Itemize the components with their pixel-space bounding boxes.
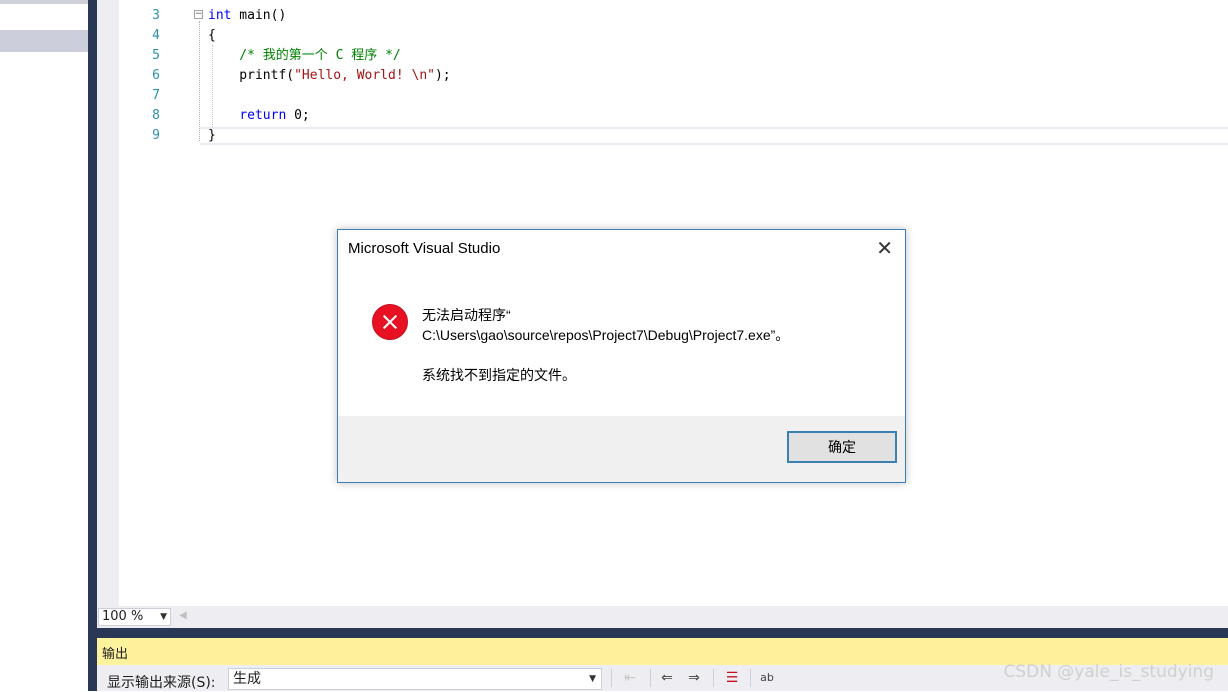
clear-all-icon[interactable]: ☰: [722, 669, 742, 687]
code-token: int: [208, 8, 232, 23]
dialog-message-line1: 无法启动程序“: [422, 307, 511, 323]
code-line[interactable]: int main(): [208, 6, 286, 26]
panel-frame: [88, 628, 1228, 638]
dialog-footer: 确定: [338, 416, 905, 482]
line-number: 9: [152, 128, 160, 143]
pane-splitter[interactable]: [88, 0, 97, 691]
output-source-select[interactable]: 生成 ▼: [228, 668, 602, 690]
outline-guide: [199, 21, 201, 141]
error-icon: [372, 304, 408, 340]
line-number: 6: [152, 68, 160, 83]
scroll-left-icon[interactable]: ◀: [179, 610, 187, 621]
line-number: 7: [152, 88, 160, 103]
chevron-down-icon: ▼: [589, 674, 596, 684]
chevron-down-icon: ▼: [160, 612, 167, 622]
word-wrap-icon[interactable]: ab: [757, 669, 777, 687]
dialog-title: Microsoft Visual Studio: [348, 240, 501, 257]
error-dialog: Microsoft Visual Studio ✕ 无法启动程序“ C:\Use…: [337, 229, 906, 483]
dialog-message-line2: C:\Users\gao\source\repos\Project7\Debug…: [422, 327, 790, 343]
code-line[interactable]: printf("Hello, World! \n");: [208, 66, 451, 86]
output-panel-title: 输出: [102, 647, 129, 662]
dialog-message-line3: 系统找不到指定的文件。: [422, 367, 576, 383]
selected-tree-item[interactable]: [0, 30, 88, 52]
code-token: {: [208, 28, 216, 43]
code-token: }: [208, 128, 216, 143]
solution-explorer-pane: [0, 0, 88, 691]
watermark: CSDN @yale_is_studying: [1003, 662, 1214, 682]
toolbar-separator: [650, 669, 651, 687]
ok-button[interactable]: 确定: [787, 431, 897, 463]
toolbar-separator: [611, 669, 612, 687]
code-token: main(): [231, 8, 287, 23]
code-token: );: [434, 68, 451, 83]
find-next-icon[interactable]: ⇒: [684, 669, 704, 687]
code-line[interactable]: /* 我的第一个 C 程序 */: [208, 46, 401, 66]
collapse-toggle-icon[interactable]: −: [194, 10, 203, 19]
code-line[interactable]: {: [208, 26, 216, 46]
toolbar-separator: [750, 669, 751, 687]
line-number: 8: [152, 108, 160, 123]
output-source-label: 显示输出来源(S):: [107, 675, 216, 691]
line-number: 5: [152, 48, 160, 63]
code-token: /* 我的第一个 C 程序 */: [208, 48, 401, 63]
line-number: 4: [152, 28, 160, 43]
editor-status-bar: 100 % ▼ ◀: [97, 606, 1228, 628]
code-token: printf(: [208, 68, 295, 83]
output-source-value: 生成: [233, 671, 261, 687]
line-number: 3: [152, 8, 160, 23]
current-line-highlight: [200, 127, 1228, 145]
zoom-select[interactable]: 100 % ▼: [98, 608, 171, 626]
output-panel-header: 输出: [97, 638, 1228, 665]
go-to-previous-message-icon[interactable]: ⇤: [620, 669, 640, 687]
find-previous-icon[interactable]: ⇐: [657, 669, 677, 687]
code-token: 0;: [286, 108, 310, 123]
code-token: return: [239, 108, 287, 123]
close-icon[interactable]: ✕: [876, 238, 893, 258]
toolbar-separator: [713, 669, 714, 687]
indicator-margin: [97, 0, 119, 606]
zoom-value: 100 %: [102, 609, 144, 624]
code-line[interactable]: return 0;: [208, 106, 310, 126]
code-token: "Hello, World! \n": [294, 68, 435, 83]
code-line[interactable]: }: [208, 126, 216, 146]
pane-top-line: [0, 0, 88, 4]
